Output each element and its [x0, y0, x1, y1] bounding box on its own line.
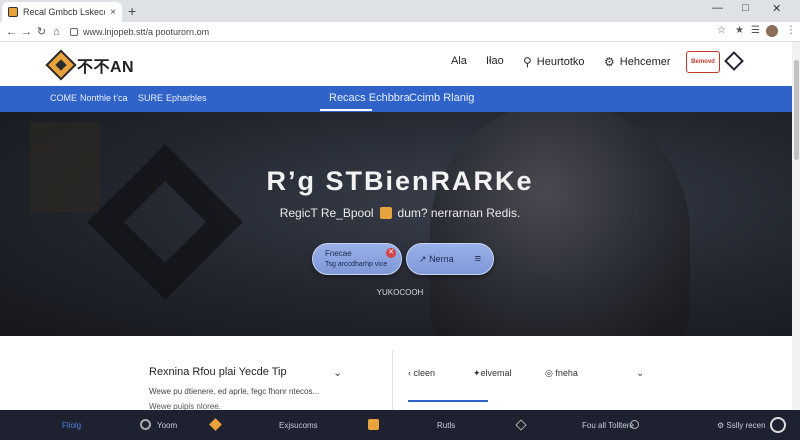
close-icon[interactable]: ✕	[386, 248, 396, 258]
back-button[interactable]: ←	[4, 26, 19, 38]
hero-subtitle: RegicT Re_Bpool dum? nerrarnan Redis.	[0, 206, 800, 220]
hero-banner: R’g STBienRARKe RegicT Re_Bpool dum? ner…	[0, 112, 800, 336]
brand-square-icon	[379, 207, 392, 219]
browser-tab[interactable]: Recal Gmbcb Lskeco · 10 . ×	[2, 2, 122, 22]
site-header: 不不AN Ala Iłao ⚲ Heurtotko ⚙ Hehcemer Bem…	[0, 42, 800, 86]
content-tab-1[interactable]: ‹ cleen	[408, 368, 435, 378]
circle-icon[interactable]	[630, 420, 639, 429]
settings-wheel-icon[interactable]	[770, 417, 786, 433]
content-divider	[392, 350, 393, 410]
window-minimize-button[interactable]: —	[712, 2, 723, 14]
bottom-item-label: Sslly recen	[726, 421, 766, 430]
pill-label-text: Nerna	[429, 253, 454, 264]
header-nav-item-2[interactable]: Iłao	[486, 55, 504, 67]
hero-title: R’g STBienRARKe	[266, 166, 534, 196]
hero-person-image	[430, 112, 690, 336]
section-title: Rexnina Rfou plai Yecde Tip	[149, 366, 287, 378]
hero-subtitle-left: RegicT Re_Bpool	[279, 206, 374, 220]
bottom-item-2[interactable]: Yoom	[157, 421, 177, 430]
bottom-item-4[interactable]: Rutls	[437, 421, 455, 430]
browser-menu-icon[interactable]: ⋮	[786, 25, 796, 36]
main-nav-bar: COME Nonthle t’ca SURE Epharbles Recacs …	[0, 86, 800, 112]
extension-pin-icon[interactable]: ★	[735, 25, 744, 36]
header-nav-label: Ala	[451, 55, 467, 67]
tab-icon: ✦	[473, 368, 481, 378]
menu-icon: ≡	[474, 253, 481, 265]
pill-label: ↗ Nerna	[419, 254, 454, 265]
section-text: Wewe pu dtienere, ed aprle, fegc fhonr n…	[149, 387, 320, 396]
new-tab-button[interactable]: +	[128, 3, 136, 19]
content-tab-label: elvemal	[480, 368, 512, 378]
content-tab-label: fneha	[555, 368, 578, 378]
active-tab-indicator	[320, 109, 372, 111]
header-nav-item-1[interactable]: Ala	[451, 55, 467, 67]
brand-badge[interactable]: Bemovd	[686, 51, 720, 73]
search-icon: ⚲	[523, 55, 532, 69]
lock-icon	[70, 28, 78, 36]
gear-icon: ⚙	[717, 421, 725, 430]
tab-title: Recal Gmbcb Lskeco · 10 .	[23, 7, 105, 17]
bottom-toolbar: Fliolg Yoom Exjsucoms Rutls Fou all Toll…	[0, 410, 800, 440]
gear-icon	[140, 419, 151, 430]
pill-text: Tsg arccdharhp vice	[325, 261, 388, 268]
tab-icon: ◎	[545, 368, 553, 378]
nav-tab-2[interactable]: Ccimb Rlanig	[409, 92, 474, 104]
extensions-menu-icon[interactable]: ☰	[751, 25, 760, 36]
bookmark-star-icon[interactable]: ☆	[717, 25, 726, 36]
diamond-icon[interactable]	[209, 418, 222, 431]
header-nav-label: Hehcemer	[619, 56, 671, 68]
nav-tab-active[interactable]: Recacs Echbbra	[329, 92, 410, 104]
header-nav-search[interactable]: ⚲ Heurtotko	[523, 55, 585, 69]
nav-link-1[interactable]: COME	[50, 93, 77, 103]
site-logo[interactable]: 不不AN	[45, 49, 135, 81]
content-tab-label: cleen	[413, 368, 436, 378]
hero-subtitle-right: dum? nerrarnan Redis.	[397, 206, 521, 220]
nav-link-2[interactable]: Nonthle t’ca	[80, 93, 128, 103]
hero-secondary-button[interactable]: ↗ Nerna ≡	[406, 243, 494, 275]
header-nav-label: Iłao	[486, 55, 504, 67]
nav-link-3[interactable]: SURE	[138, 93, 163, 103]
nav-link-4[interactable]: Epharbles	[166, 93, 207, 103]
url-text: www.lnjopeb.stt/a pooturorn.om	[83, 27, 210, 37]
home-button[interactable]: ⌂	[49, 26, 64, 38]
tab-close-icon[interactable]: ×	[110, 7, 116, 18]
page-scrollbar-thumb[interactable]	[794, 60, 799, 160]
logo-text: 不不AN	[77, 59, 135, 76]
header-nav-settings[interactable]: ⚙ Hehcemer	[604, 55, 671, 69]
reload-button[interactable]: ↻	[34, 25, 49, 38]
bottom-item-6[interactable]: ⚙ Sslly recen	[717, 421, 766, 430]
square-icon[interactable]	[368, 419, 379, 430]
hero-primary-button[interactable]: Fnecae Tsg arccdharhp vice ✕	[312, 243, 402, 275]
bottom-item-1[interactable]: Fliolg	[62, 421, 81, 430]
bottom-item-5[interactable]: Fou all Tolltere	[582, 421, 634, 430]
browser-tabbar: Recal Gmbcb Lskeco · 10 . × + — □ ✕	[0, 0, 800, 22]
window-close-button[interactable]: ✕	[772, 2, 781, 15]
browser-address-bar: ← → ↻ ⌂ www.lnjopeb.stt/a pooturorn.om ☆…	[0, 22, 800, 42]
content-tab-3[interactable]: ◎ fneha	[545, 368, 578, 379]
logo-diamond-icon	[45, 49, 77, 81]
pill-title: Fnecae	[325, 249, 352, 258]
window-maximize-button[interactable]: □	[742, 2, 749, 14]
forward-button[interactable]: →	[19, 26, 34, 38]
cube-icon[interactable]	[724, 51, 744, 71]
site-favicon-icon	[8, 7, 18, 17]
header-nav-label: Heurtotko	[536, 56, 585, 68]
chevron-down-icon[interactable]: ⌄	[333, 366, 342, 379]
signal-icon: ↗	[419, 253, 427, 264]
content-tab-indicator	[408, 400, 488, 402]
gear-icon: ⚙	[604, 55, 615, 69]
profile-avatar[interactable]	[766, 25, 778, 37]
tab-icon: ‹	[408, 368, 411, 378]
url-field[interactable]: www.lnjopeb.stt/a pooturorn.om	[70, 25, 710, 39]
content-tab-2[interactable]: ✦elvemal	[473, 368, 512, 379]
chevron-down-icon[interactable]: ⌄	[636, 368, 644, 379]
hero-caption: YUKOCOOH	[376, 288, 424, 297]
bottom-item-3[interactable]: Exjsucoms	[279, 421, 318, 430]
diamond-outline-icon[interactable]	[515, 419, 527, 431]
content-section: Rexnina Rfou plai Yecde Tip ⌄ Wewe pu dt…	[0, 336, 800, 411]
